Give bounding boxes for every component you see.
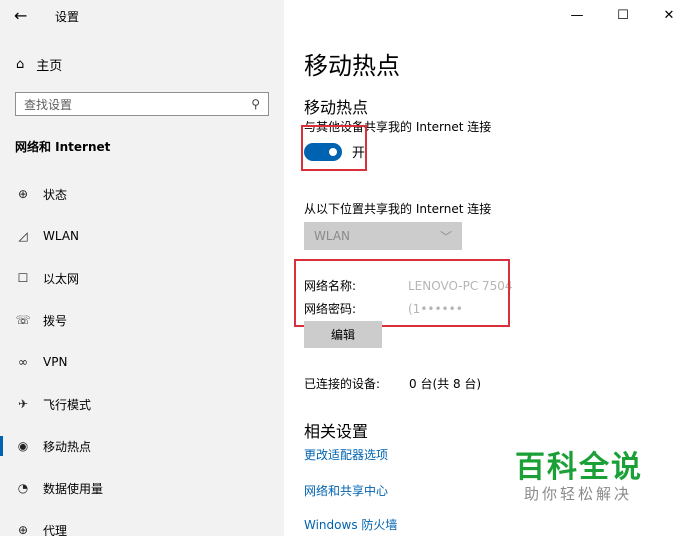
minimize-button[interactable]: —: [554, 0, 600, 30]
network-password-value: (1••••••: [408, 302, 463, 316]
toggle-state-label: 开: [352, 146, 366, 161]
sidebar-item-wlan[interactable]: ◿ WLAN: [0, 215, 284, 257]
dialup-icon: ☏: [15, 313, 31, 327]
proxy-icon: ⊕: [17, 523, 29, 537]
vpn-icon: ∞: [18, 355, 28, 369]
sidebar-item-vpn[interactable]: ∞ VPN: [0, 341, 284, 383]
app-title: 设置: [55, 10, 80, 24]
watermark-title: 百科全说: [515, 450, 643, 485]
link-windows-firewall[interactable]: Windows 防火墙: [304, 516, 397, 533]
sidebar-item-label: 数据使用量: [43, 481, 104, 496]
sidebar-item-label: 移动热点: [43, 439, 92, 454]
connected-devices-value: 0 台(共 8 台): [409, 377, 482, 391]
main-panel: — ☐ ✕ 移动热点 移动热点 与其他设备共享我的 Internet 连接 开 …: [284, 0, 692, 536]
link-network-sharing-center[interactable]: 网络和共享中心: [304, 482, 388, 499]
home-label: 主页: [36, 59, 63, 74]
airplane-icon: ✈: [17, 397, 29, 411]
sidebar-item-ethernet[interactable]: ☐ 以太网: [0, 257, 284, 299]
sidebar-nav: ⊕ 状态 ◿ WLAN ☐ 以太网 ☏ 拨号 ∞ VPN ✈ 飞行模式 ◉ 移动…: [0, 173, 284, 551]
sidebar-item-dialup[interactable]: ☏ 拨号: [0, 299, 284, 341]
back-arrow-icon[interactable]: ←: [14, 6, 27, 25]
close-button[interactable]: ✕: [646, 0, 692, 30]
share-from-label: 从以下位置共享我的 Internet 连接: [304, 202, 492, 216]
edit-button[interactable]: 编辑: [304, 321, 382, 348]
sidebar-item-label: 拨号: [43, 313, 68, 328]
data-usage-icon: ◔: [17, 481, 29, 495]
home-icon: ⌂: [16, 57, 25, 72]
sidebar-item-label: 以太网: [43, 271, 80, 286]
sidebar: ← 设置 ⌂ 主页 查找设置 ⚲ 网络和 Internet ⊕ 状态 ◿ WLA…: [0, 0, 284, 538]
search-input[interactable]: 查找设置 ⚲: [15, 92, 269, 116]
hotspot-toggle[interactable]: [304, 142, 342, 161]
active-indicator: [0, 436, 3, 456]
related-settings-title: 相关设置: [304, 422, 369, 441]
sidebar-item-airplane-mode[interactable]: ✈ 飞行模式: [0, 383, 284, 425]
hotspot-section-title: 移动热点: [304, 98, 369, 117]
window-controls: — ☐ ✕: [554, 0, 692, 30]
sidebar-item-label: 飞行模式: [43, 397, 92, 412]
maximize-button[interactable]: ☐: [600, 0, 646, 30]
section-title: 网络和 Internet: [15, 140, 111, 154]
hotspot-description: 与其他设备共享我的 Internet 连接: [304, 120, 492, 134]
sidebar-item-proxy[interactable]: ⊕ 代理: [0, 509, 284, 551]
sidebar-item-label: WLAN: [43, 229, 80, 243]
page-title: 移动热点: [304, 52, 400, 80]
network-password-row: 网络密码: (1••••••: [304, 300, 463, 317]
chevron-down-icon: ﹀: [439, 229, 452, 244]
watermark-subtitle: 助你轻松解决: [524, 485, 633, 503]
network-name-row: 网络名称: LENOVO-PC 7504: [304, 277, 513, 294]
link-adapter-options[interactable]: 更改适配器选项: [304, 446, 388, 463]
connected-devices-label: 已连接的设备:: [304, 377, 381, 391]
sidebar-item-label: VPN: [43, 355, 68, 369]
search-placeholder: 查找设置: [24, 97, 73, 112]
network-password-label: 网络密码:: [304, 302, 357, 316]
toggle-knob: [329, 147, 337, 156]
search-icon: ⚲: [251, 97, 260, 111]
sidebar-item-label: 状态: [43, 187, 68, 202]
hotspot-toggle-row: 开: [304, 142, 365, 161]
network-name-label: 网络名称:: [304, 279, 357, 293]
hotspot-icon: ◉: [17, 439, 29, 453]
connected-devices-row: 已连接的设备: 0 台(共 8 台): [304, 375, 481, 392]
globe-icon: ⊕: [17, 187, 29, 201]
wifi-icon: ◿: [18, 229, 28, 243]
ethernet-icon: ☐: [17, 271, 29, 285]
sidebar-item-status[interactable]: ⊕ 状态: [0, 173, 284, 215]
network-name-value: LENOVO-PC 7504: [408, 279, 513, 293]
share-from-dropdown[interactable]: WLAN ﹀: [304, 222, 462, 250]
sidebar-item-mobile-hotspot[interactable]: ◉ 移动热点: [0, 425, 284, 467]
sidebar-item-data-usage[interactable]: ◔ 数据使用量: [0, 467, 284, 509]
share-from-value: WLAN: [314, 229, 351, 243]
sidebar-item-home[interactable]: ⌂ 主页: [16, 55, 62, 74]
